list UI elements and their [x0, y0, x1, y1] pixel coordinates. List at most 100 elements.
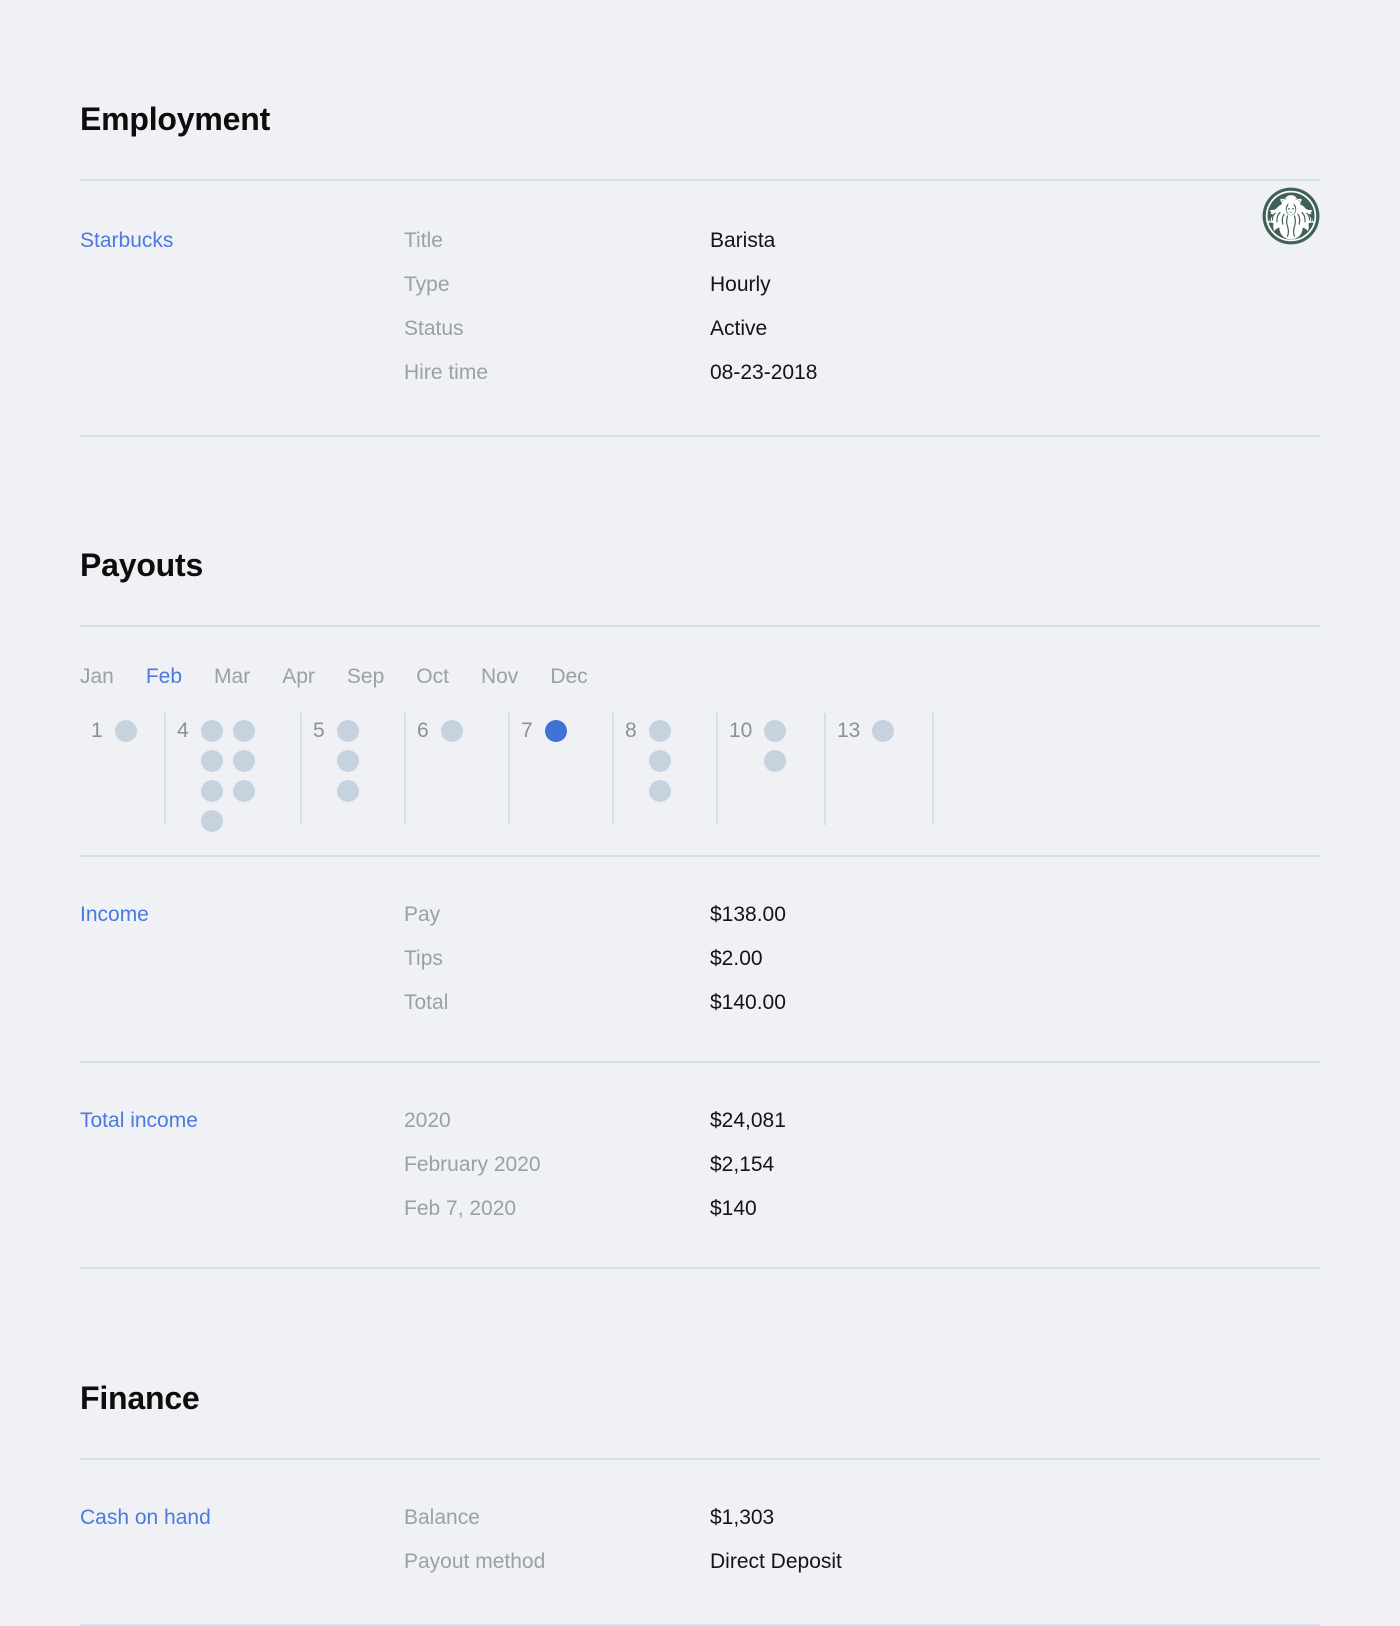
day-column-5[interactable]: 5 [300, 713, 404, 826]
total-income-link[interactable]: Total income [80, 1099, 404, 1143]
field-label: Title [404, 228, 443, 252]
field-label: Type [404, 272, 450, 296]
finance-divider-bottom [80, 1623, 1320, 1626]
tab-mar[interactable]: Mar [214, 663, 250, 691]
income-field-pay: Pay $138.00 [404, 893, 1320, 937]
payout-dot-grid [648, 713, 671, 803]
field-label: 2020 [404, 1109, 451, 1133]
day-number: 1 [91, 719, 103, 743]
payout-dot[interactable] [232, 720, 255, 743]
payout-dot[interactable] [200, 810, 223, 833]
timeline-end-separator [932, 713, 936, 826]
field-label: Payout method [404, 1549, 546, 1573]
field-value: 08-23-2018 [710, 360, 818, 384]
income-fields: Pay $138.00 Tips $2.00 Total $140.00 [404, 893, 1320, 1025]
day-column-6[interactable]: 6 [404, 713, 508, 826]
payout-dot-column [764, 720, 787, 773]
field-value: Direct Deposit [710, 1549, 842, 1573]
employment-field-title: Title Barista [404, 219, 1320, 263]
tab-feb[interactable]: Feb [146, 663, 182, 691]
cash-on-hand-record: Cash on hand Balance $1,303 Payout metho… [80, 1460, 1320, 1624]
employer-name-link[interactable]: Starbucks [80, 219, 404, 263]
payout-dot-grid [336, 713, 359, 803]
payout-dot-grid [114, 713, 137, 743]
total-income-field-year: 2020 $24,081 [404, 1099, 1320, 1143]
payouts-section-title: Payouts [80, 547, 204, 584]
day-number: 7 [521, 719, 533, 743]
employment-field-status: Status Active [404, 307, 1320, 351]
starbucks-siren-logo-icon [1262, 187, 1320, 245]
payout-dot-column [544, 720, 567, 743]
day-number: 10 [729, 719, 753, 743]
payout-dot[interactable] [114, 720, 137, 743]
payout-dot-grid [440, 713, 463, 743]
tab-dec[interactable]: Dec [550, 663, 587, 691]
field-label: February 2020 [404, 1153, 541, 1177]
total-income-record: Total income 2020 $24,081 February 2020 … [80, 1063, 1320, 1267]
employment-field-hire-time: Hire time 08-23-2018 [404, 351, 1320, 395]
tab-sep[interactable]: Sep [347, 663, 384, 691]
income-link[interactable]: Income [80, 893, 404, 937]
field-label: Status [404, 316, 464, 340]
tab-apr[interactable]: Apr [282, 663, 315, 691]
payout-dot-selected[interactable] [544, 720, 567, 743]
field-value: Hourly [710, 272, 771, 296]
payout-dot-column [440, 720, 463, 743]
field-value: $24,081 [710, 1109, 786, 1133]
payout-dot-column [114, 720, 137, 743]
payout-dot[interactable] [764, 750, 787, 773]
tab-jan[interactable]: Jan [80, 663, 114, 691]
field-value: $138.00 [710, 903, 786, 927]
payout-dot-column [336, 720, 359, 803]
payout-dot[interactable] [336, 720, 359, 743]
total-income-field-day: Feb 7, 2020 $140 [404, 1187, 1320, 1231]
status-badge: Active [710, 316, 768, 340]
payout-dot[interactable] [200, 780, 223, 803]
payout-dot[interactable] [336, 780, 359, 803]
payout-dot[interactable] [648, 720, 671, 743]
payout-dot[interactable] [764, 720, 787, 743]
income-field-tips: Tips $2.00 [404, 937, 1320, 981]
field-value: $2.00 [710, 947, 763, 971]
employment-section-title: Employment [80, 100, 271, 137]
payout-dot[interactable] [872, 720, 895, 743]
day-column-7[interactable]: 7 [508, 713, 612, 826]
day-column-4[interactable]: 4 [164, 713, 300, 833]
employment-divider-bottom [80, 434, 1320, 437]
day-number: 13 [837, 719, 861, 743]
day-number: 6 [417, 719, 429, 743]
employment-fields: Title Barista Type Hourly Status Active … [404, 219, 1320, 395]
total-income-fields: 2020 $24,081 February 2020 $2,154 Feb 7,… [404, 1099, 1320, 1231]
payout-dot[interactable] [232, 780, 255, 803]
payout-dot[interactable] [440, 720, 463, 743]
day-number: 8 [625, 719, 637, 743]
field-value: $2,154 [710, 1153, 775, 1177]
finance-field-balance: Balance $1,303 [404, 1496, 1320, 1540]
day-column-8[interactable]: 8 [612, 713, 716, 826]
payout-dot[interactable] [232, 750, 255, 773]
tab-oct[interactable]: Oct [416, 663, 449, 691]
total-income-divider-bottom [80, 1267, 1320, 1270]
payout-dot[interactable] [200, 720, 223, 743]
cash-on-hand-fields: Balance $1,303 Payout method Direct Depo… [404, 1496, 1320, 1584]
cash-on-hand-link[interactable]: Cash on hand [80, 1496, 404, 1540]
field-value: $140 [710, 1197, 757, 1221]
page-root: Employment Starbucks Title Barista Type … [0, 27, 1400, 1626]
payout-dot[interactable] [200, 750, 223, 773]
payout-dot-grid [872, 713, 895, 743]
day-column-13[interactable]: 13 [824, 713, 932, 826]
field-label: Total [404, 991, 449, 1015]
payout-dot[interactable] [336, 750, 359, 773]
payout-dot-column [232, 720, 255, 832]
field-label: Feb 7, 2020 [404, 1197, 517, 1221]
field-value: $140.00 [710, 991, 786, 1015]
tab-nov[interactable]: Nov [481, 663, 518, 691]
payout-dot[interactable] [648, 750, 671, 773]
day-column-10[interactable]: 10 [716, 713, 824, 826]
payout-dot-column [872, 720, 895, 743]
day-column-1[interactable]: 1 [80, 713, 164, 825]
total-income-field-month: February 2020 $2,154 [404, 1143, 1320, 1187]
finance-section-title: Finance [80, 1379, 200, 1416]
employment-record: Starbucks Title Barista Type Hourly Stat… [80, 181, 1320, 435]
payout-dot[interactable] [648, 780, 671, 803]
